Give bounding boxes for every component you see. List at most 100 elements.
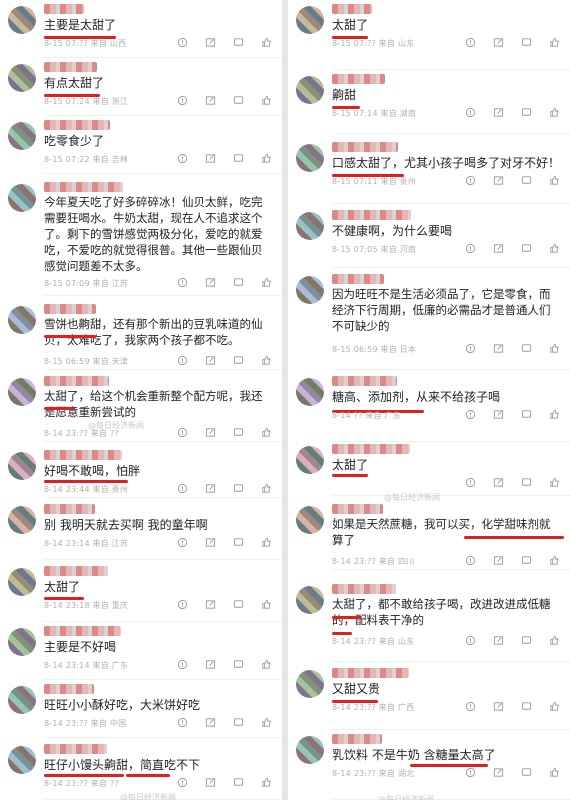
- like-icon[interactable]: [548, 554, 560, 566]
- username-blurred[interactable]: [44, 566, 108, 576]
- forward-icon[interactable]: [464, 242, 476, 254]
- username-blurred[interactable]: [44, 304, 96, 314]
- like-icon[interactable]: [260, 94, 272, 106]
- forward-icon[interactable]: [464, 342, 476, 354]
- username-blurred[interactable]: [44, 684, 94, 694]
- avatar[interactable]: [296, 736, 324, 764]
- username-blurred[interactable]: [44, 450, 122, 460]
- avatar[interactable]: [8, 628, 36, 656]
- like-icon[interactable]: [260, 482, 272, 494]
- share-icon[interactable]: [204, 658, 216, 670]
- username-blurred[interactable]: [44, 182, 123, 192]
- like-icon[interactable]: [548, 766, 560, 778]
- comment-icon[interactable]: [520, 174, 532, 186]
- comment-icon[interactable]: [520, 634, 532, 646]
- like-icon[interactable]: [260, 152, 272, 164]
- username-blurred[interactable]: [332, 444, 410, 454]
- comment-icon[interactable]: [232, 354, 244, 366]
- avatar[interactable]: [8, 378, 36, 406]
- avatar[interactable]: [8, 306, 36, 334]
- username-blurred[interactable]: [332, 4, 372, 14]
- like-icon[interactable]: [260, 776, 272, 788]
- username-blurred[interactable]: [44, 744, 107, 754]
- share-icon[interactable]: [204, 426, 216, 438]
- username-blurred[interactable]: [44, 626, 121, 636]
- avatar[interactable]: [296, 586, 324, 614]
- avatar[interactable]: [8, 64, 36, 92]
- forward-icon[interactable]: [176, 354, 188, 366]
- share-icon[interactable]: [204, 354, 216, 366]
- share-icon[interactable]: [492, 700, 504, 712]
- forward-icon[interactable]: [464, 408, 476, 420]
- username-blurred[interactable]: [332, 504, 383, 514]
- comment-icon[interactable]: [520, 36, 532, 48]
- share-icon[interactable]: [492, 634, 504, 646]
- comment-icon[interactable]: [232, 536, 244, 548]
- avatar[interactable]: [296, 506, 324, 534]
- username-blurred[interactable]: [332, 74, 385, 84]
- username-blurred[interactable]: [44, 376, 109, 386]
- username-blurred[interactable]: [332, 734, 382, 744]
- forward-icon[interactable]: [464, 554, 476, 566]
- forward-icon[interactable]: [176, 482, 188, 494]
- forward-icon[interactable]: [464, 700, 476, 712]
- like-icon[interactable]: [548, 408, 560, 420]
- username-blurred[interactable]: [44, 62, 97, 72]
- like-icon[interactable]: [260, 276, 272, 288]
- comment-icon[interactable]: [520, 766, 532, 778]
- comment-icon[interactable]: [232, 776, 244, 788]
- username-blurred[interactable]: [44, 4, 84, 14]
- comment-icon[interactable]: [520, 476, 532, 488]
- avatar[interactable]: [8, 568, 36, 596]
- share-icon[interactable]: [492, 554, 504, 566]
- like-icon[interactable]: [260, 716, 272, 728]
- forward-icon[interactable]: [464, 634, 476, 646]
- username-blurred[interactable]: [44, 504, 95, 514]
- comment-icon[interactable]: [520, 106, 532, 118]
- forward-icon[interactable]: [176, 276, 188, 288]
- avatar[interactable]: [296, 212, 324, 240]
- forward-icon[interactable]: [464, 174, 476, 186]
- comment-icon[interactable]: [232, 658, 244, 670]
- username-blurred[interactable]: [332, 376, 397, 386]
- forward-icon[interactable]: [176, 36, 188, 48]
- like-icon[interactable]: [548, 106, 560, 118]
- username-blurred[interactable]: [332, 668, 409, 678]
- forward-icon[interactable]: [464, 106, 476, 118]
- avatar[interactable]: [296, 276, 324, 304]
- forward-icon[interactable]: [176, 426, 188, 438]
- forward-icon[interactable]: [176, 776, 188, 788]
- forward-icon[interactable]: [176, 716, 188, 728]
- like-icon[interactable]: [260, 354, 272, 366]
- like-icon[interactable]: [548, 700, 560, 712]
- avatar[interactable]: [296, 144, 324, 172]
- comment-icon[interactable]: [232, 426, 244, 438]
- username-blurred[interactable]: [44, 120, 110, 130]
- username-blurred[interactable]: [332, 210, 411, 220]
- comment-icon[interactable]: [520, 242, 532, 254]
- share-icon[interactable]: [204, 598, 216, 610]
- share-icon[interactable]: [492, 36, 504, 48]
- comment-icon[interactable]: [520, 554, 532, 566]
- avatar[interactable]: [8, 506, 36, 534]
- like-icon[interactable]: [548, 634, 560, 646]
- share-icon[interactable]: [492, 408, 504, 420]
- share-icon[interactable]: [204, 152, 216, 164]
- like-icon[interactable]: [260, 36, 272, 48]
- comment-icon[interactable]: [232, 152, 244, 164]
- avatar[interactable]: [8, 122, 36, 150]
- share-icon[interactable]: [492, 174, 504, 186]
- avatar[interactable]: [296, 76, 324, 104]
- like-icon[interactable]: [548, 242, 560, 254]
- avatar[interactable]: [296, 670, 324, 698]
- share-icon[interactable]: [204, 482, 216, 494]
- forward-icon[interactable]: [176, 94, 188, 106]
- like-icon[interactable]: [260, 658, 272, 670]
- forward-icon[interactable]: [464, 36, 476, 48]
- like-icon[interactable]: [548, 476, 560, 488]
- avatar[interactable]: [8, 686, 36, 714]
- share-icon[interactable]: [492, 242, 504, 254]
- forward-icon[interactable]: [176, 598, 188, 610]
- like-icon[interactable]: [548, 36, 560, 48]
- comment-icon[interactable]: [520, 408, 532, 420]
